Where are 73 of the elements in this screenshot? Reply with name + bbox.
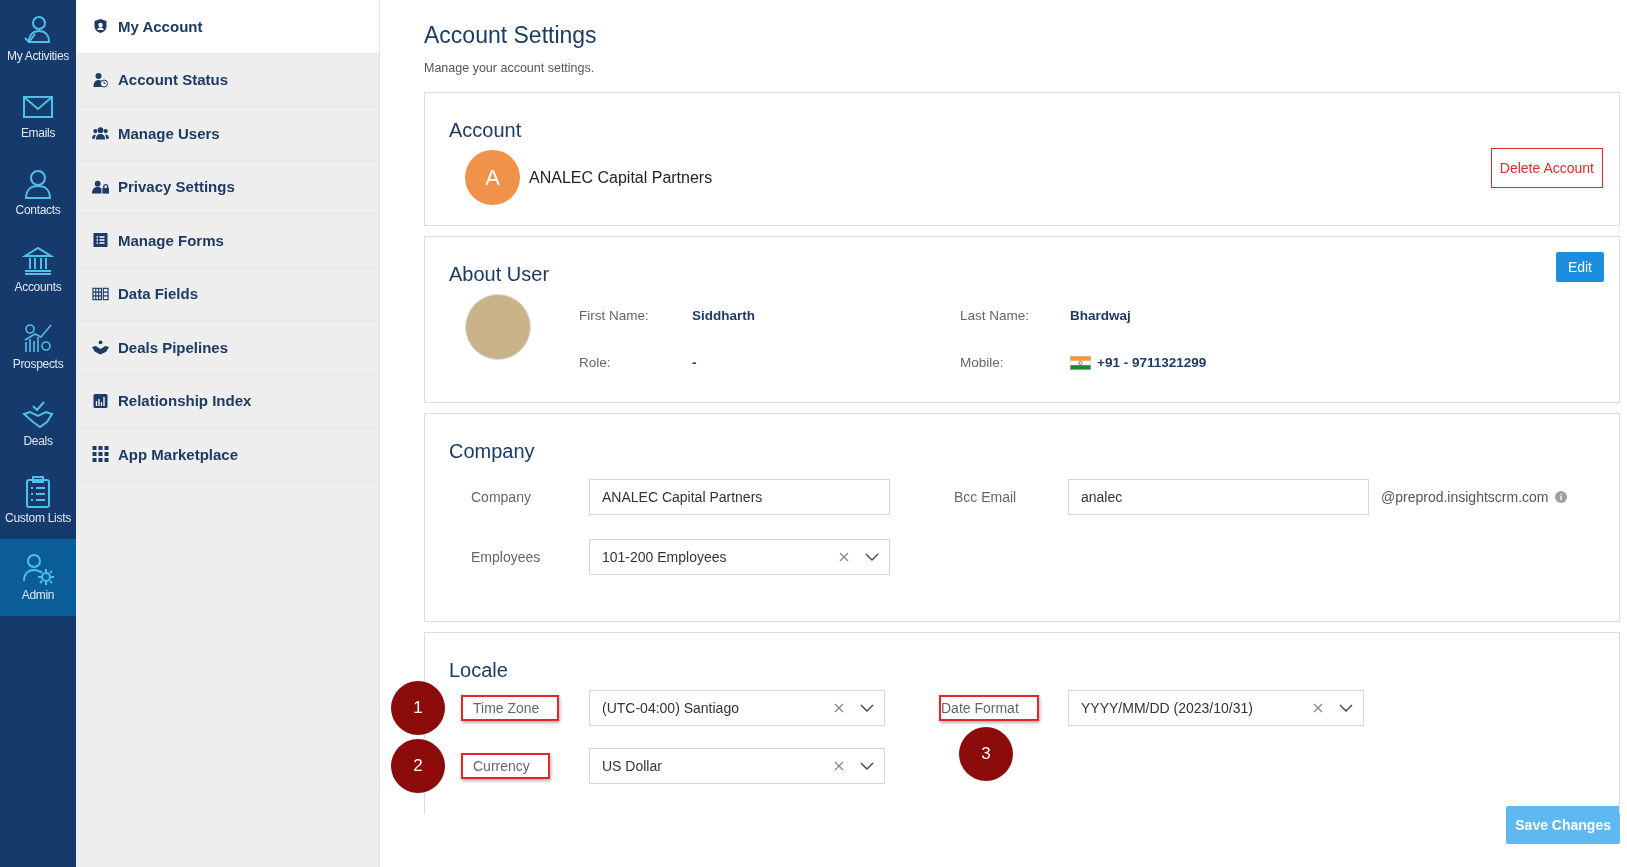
- shield-person-icon: [92, 18, 109, 35]
- table-grid-icon: [92, 285, 109, 302]
- settings-menu-item[interactable]: Data Fields: [76, 267, 379, 321]
- rail-nav-item[interactable]: Emails: [0, 77, 76, 154]
- rail-nav-item[interactable]: My Activities: [0, 0, 76, 77]
- field-label: Role:: [579, 355, 612, 370]
- settings-menu-item[interactable]: App Marketplace: [76, 428, 379, 482]
- bar-chart-icon: [92, 392, 109, 409]
- person-lock-icon: [92, 178, 109, 195]
- input-field[interactable]: ANALEC Capital Partners: [589, 479, 890, 515]
- field-label: Currency: [461, 753, 550, 779]
- delete-account-button[interactable]: Delete Account: [1490, 147, 1603, 188]
- field-label: Company: [470, 489, 531, 505]
- select-field[interactable]: YYYY/MM/DD (2023/10/31): [1068, 690, 1364, 726]
- users-icon: [92, 125, 109, 142]
- section-heading: Account: [449, 119, 522, 142]
- field-label: First Name:: [579, 308, 650, 323]
- clear-icon[interactable]: [834, 761, 844, 771]
- settings-menu-item[interactable]: Privacy Settings: [76, 160, 379, 214]
- field-value: Bhardwaj: [1070, 308, 1131, 323]
- chevron-down-icon[interactable]: [1339, 704, 1353, 712]
- select-field[interactable]: 101-200 Employees: [589, 539, 890, 575]
- avatar-letter: A: [465, 150, 520, 205]
- settings-menu-item[interactable]: Manage Users: [76, 107, 379, 161]
- account-name: ANALEC Capital Partners: [529, 168, 714, 187]
- page-subtitle: Manage your account settings.: [424, 61, 596, 75]
- section-heading: About User: [449, 263, 550, 286]
- phone-number: +91 - 9711321299: [1097, 355, 1207, 370]
- field-value: Siddharth: [692, 308, 755, 323]
- settings-menu-item[interactable]: My Account: [76, 0, 379, 54]
- rail-nav-item[interactable]: Contacts: [0, 154, 76, 231]
- chart-gear-icon: [22, 322, 54, 354]
- settings-menu-item[interactable]: Relationship Index: [76, 374, 379, 428]
- clear-icon[interactable]: [839, 552, 849, 562]
- callout-number-badge: 2: [391, 739, 445, 793]
- field-label: Bcc Email: [954, 489, 1017, 505]
- chevron-down-icon[interactable]: [865, 553, 879, 561]
- person-icon: [22, 168, 54, 200]
- email-domain: @preprod.insightscrm.com: [1381, 489, 1549, 505]
- person-clock-icon: [92, 71, 109, 88]
- clear-icon[interactable]: [1313, 703, 1323, 713]
- field-label: Date Format: [939, 695, 1039, 721]
- field-value: -: [692, 355, 697, 370]
- field-label: Time Zone: [461, 695, 560, 721]
- page-title: Account Settings: [424, 22, 598, 49]
- chevron-down-icon[interactable]: [860, 762, 874, 770]
- edit-button[interactable]: Edit: [1555, 252, 1604, 282]
- info-icon: [1554, 491, 1567, 503]
- flag-icon: [1070, 355, 1091, 370]
- rail-nav-item[interactable]: Accounts: [0, 231, 76, 308]
- settings-menu-item[interactable]: Deals Pipelines: [76, 321, 379, 375]
- settings-menu-item[interactable]: Manage Forms: [76, 214, 379, 268]
- form-list-icon: [92, 232, 109, 249]
- section-heading: Locale: [449, 659, 508, 682]
- callout-number-badge: 3: [958, 727, 1013, 781]
- section-heading: Company: [449, 440, 535, 463]
- bank-icon: [22, 245, 54, 277]
- rail-nav-item[interactable]: Prospects: [0, 308, 76, 385]
- select-field[interactable]: (UTC-04:00) Santiago: [589, 690, 885, 726]
- rail-nav-item[interactable]: Custom Lists: [0, 462, 76, 539]
- field-label: Last Name:: [960, 308, 1031, 323]
- callout-number-badge: 1: [391, 681, 445, 735]
- select-field[interactable]: US Dollar: [589, 748, 885, 784]
- field-label: Mobile:: [960, 355, 1005, 370]
- person-gear-icon: [22, 553, 54, 585]
- input-field[interactable]: analec: [1068, 479, 1369, 515]
- field-label: Employees: [470, 549, 541, 565]
- rail-nav-item[interactable]: Admin: [0, 539, 76, 616]
- apps-grid-icon: [92, 446, 109, 463]
- rail-nav-item[interactable]: Deals: [0, 385, 76, 462]
- settings-menu-item[interactable]: Account Status: [76, 53, 379, 107]
- clear-icon[interactable]: [834, 703, 844, 713]
- chevron-down-icon[interactable]: [860, 704, 874, 712]
